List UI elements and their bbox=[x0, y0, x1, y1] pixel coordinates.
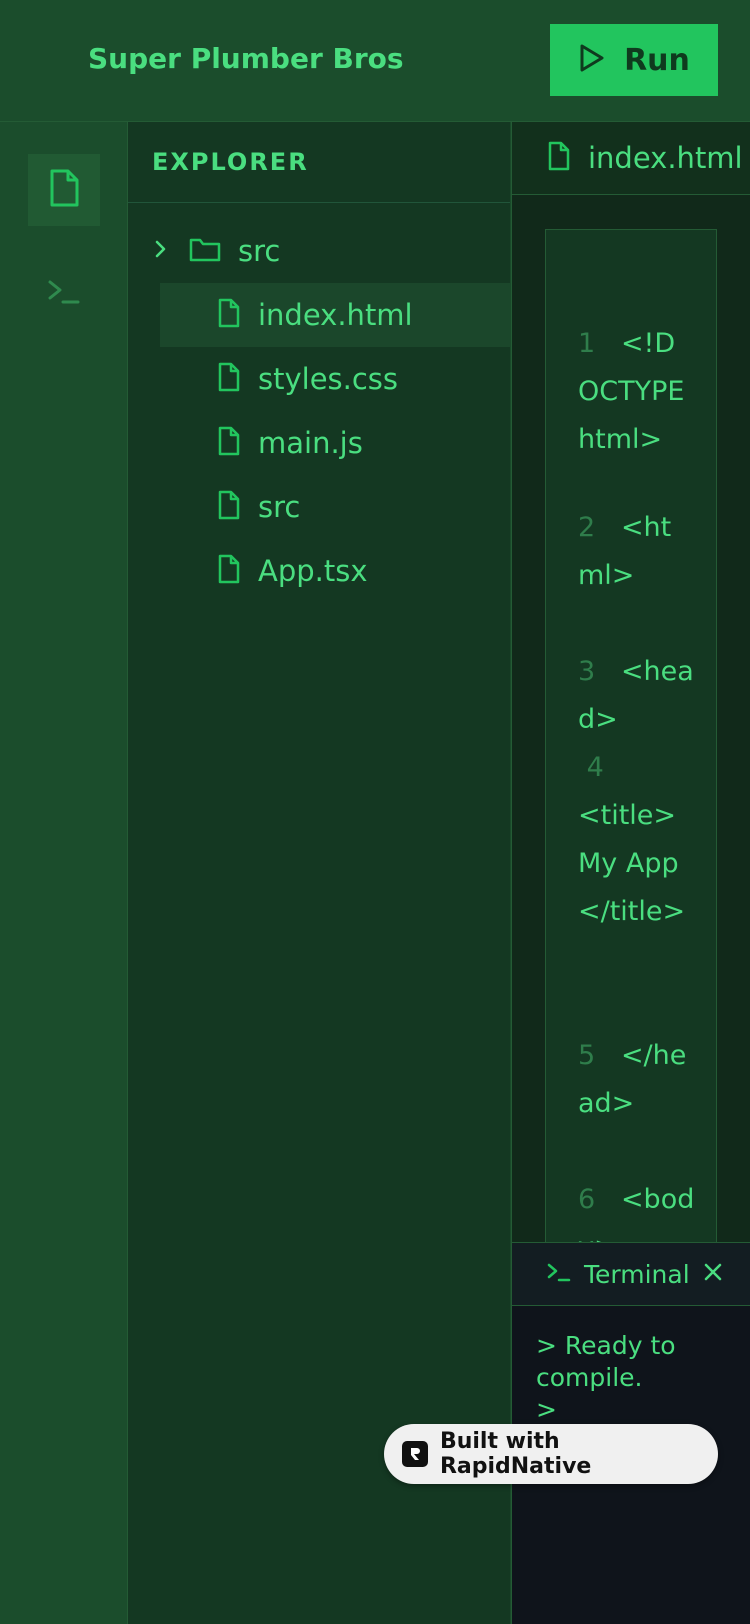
code-line: 4 <title>My App</title> bbox=[578, 744, 696, 936]
file-icon bbox=[216, 554, 242, 588]
play-icon bbox=[578, 43, 606, 77]
line-text: <body> bbox=[578, 1184, 695, 1242]
rapidnative-logo-icon bbox=[402, 1441, 428, 1467]
editor-tabbar: index.html bbox=[512, 122, 750, 195]
file-icon bbox=[216, 426, 242, 460]
built-with-badge[interactable]: Built with RapidNative bbox=[384, 1424, 718, 1484]
code-line: 1 <!DOCTYPE html> bbox=[578, 320, 696, 464]
folder-icon bbox=[188, 235, 222, 267]
code-line: 6 <body> bbox=[578, 1176, 696, 1242]
file-item[interactable]: main.js bbox=[160, 411, 510, 475]
badge-label: Built with RapidNative bbox=[439, 1429, 592, 1479]
file-icon bbox=[216, 298, 242, 332]
code-line: 2 <html> bbox=[578, 504, 696, 600]
file-name: App.tsx bbox=[258, 554, 368, 588]
file-item[interactable]: App.tsx bbox=[160, 539, 510, 603]
file-item[interactable]: src bbox=[160, 475, 510, 539]
terminal-line: > Ready to compile. bbox=[536, 1331, 676, 1392]
run-label: Run bbox=[624, 42, 690, 78]
tab-label: index.html bbox=[588, 141, 743, 175]
file-item[interactable]: styles.css bbox=[160, 347, 510, 411]
line-text: <title>My App</title> bbox=[578, 800, 686, 927]
file-name: main.js bbox=[258, 426, 363, 460]
file-name: styles.css bbox=[258, 362, 399, 396]
file-icon bbox=[216, 490, 242, 524]
explorer-view-button[interactable] bbox=[28, 154, 100, 226]
file-icon bbox=[546, 141, 572, 175]
explorer-header: EXPLORER bbox=[128, 122, 510, 203]
file-name: index.html bbox=[258, 298, 413, 332]
line-number: 3 bbox=[578, 656, 596, 687]
line-number: 6 bbox=[578, 1184, 596, 1215]
file-icon bbox=[216, 362, 242, 396]
terminal-output[interactable]: > Ready to compile. > bbox=[512, 1306, 750, 1426]
terminal-icon bbox=[546, 1260, 572, 1288]
line-number: 5 bbox=[578, 1040, 596, 1071]
line-number: 2 bbox=[578, 512, 596, 543]
code-area[interactable]: 1 <!DOCTYPE html> 2 <html> 3 <head> 4 <ti… bbox=[545, 229, 717, 1242]
line-number: 1 bbox=[578, 328, 596, 359]
app-header: Super Plumber Bros Run bbox=[0, 0, 750, 122]
file-item[interactable]: index.html bbox=[160, 283, 510, 347]
folder-src[interactable]: src bbox=[152, 219, 502, 283]
code-editor: index.html 1 <!DOCTYPE html> 2 <html> 3 … bbox=[511, 122, 750, 1242]
terminal-icon bbox=[46, 276, 82, 312]
file-icon bbox=[46, 168, 82, 212]
terminal-header: Terminal bbox=[512, 1242, 750, 1306]
activity-bar bbox=[0, 122, 128, 1624]
line-text: <head> bbox=[578, 656, 694, 735]
file-name: src bbox=[258, 490, 301, 524]
explorer-title: EXPLORER bbox=[152, 148, 309, 176]
line-text: </head> bbox=[578, 1040, 687, 1119]
line-number: 4 bbox=[586, 752, 604, 783]
file-explorer: EXPLORER src index.html styles.css main.… bbox=[128, 122, 510, 1624]
terminal-prompt: > bbox=[536, 1395, 557, 1424]
code-line: 5 </head> bbox=[578, 1032, 696, 1128]
terminal-view-button[interactable] bbox=[28, 258, 100, 330]
folder-name: src bbox=[238, 234, 281, 268]
chevron-right-icon bbox=[152, 238, 170, 264]
editor-tab[interactable]: index.html bbox=[546, 122, 750, 194]
terminal-title: Terminal bbox=[584, 1259, 690, 1289]
close-icon[interactable] bbox=[702, 1261, 724, 1287]
code-line: 3 <head> bbox=[578, 648, 696, 744]
app-title: Super Plumber Bros bbox=[88, 42, 404, 75]
run-button[interactable]: Run bbox=[550, 24, 718, 96]
